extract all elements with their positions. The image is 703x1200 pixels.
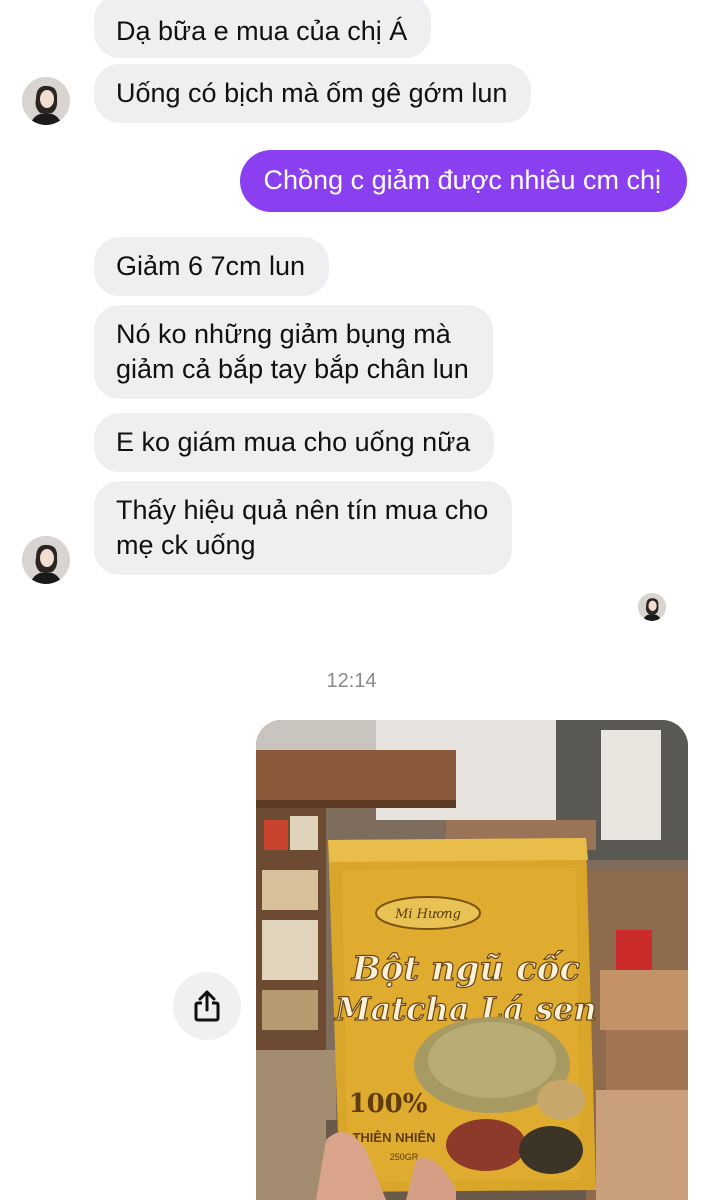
message-text-line: mẹ ck uống <box>116 530 256 560</box>
message-text-line: giảm cả bắp tay bắp chân lun <box>116 354 469 384</box>
product-brand: Mi Hương <box>394 907 461 922</box>
incoming-message[interactable]: Dạ bữa e mua của chị Á <box>94 0 432 58</box>
incoming-message[interactable]: Thấy hiệu quả nên tín mua cho mẹ ck uống <box>94 481 513 575</box>
incoming-message[interactable]: Giảm 6 7cm lun <box>94 237 330 296</box>
contact-avatar-icon[interactable] <box>22 536 70 584</box>
incoming-message[interactable]: Nó ko những giảm bụng mà giảm cả bắp tay… <box>94 305 493 399</box>
message-timestamp: 12:14 <box>326 670 377 692</box>
product-weight: 250GR <box>390 1152 419 1162</box>
share-button[interactable] <box>173 972 241 1040</box>
message-text: Dạ bữa e mua của chị Á <box>116 16 408 46</box>
message-text-line: Nó ko những giảm bụng mà <box>116 319 451 349</box>
seen-avatar-icon <box>638 593 666 621</box>
contact-avatar-icon[interactable] <box>22 77 70 125</box>
product-title-line-1: Bột ngũ cốc <box>351 949 580 989</box>
message-text: Chồng c giảm được nhiêu cm chị <box>263 165 661 195</box>
incoming-message[interactable]: Uống có bịch mà ốm gê gớm lun <box>94 64 532 123</box>
share-icon <box>194 990 220 1022</box>
product-badge: 100% <box>349 1089 428 1119</box>
product-photo[interactable]: Mi Hương Bột ngũ cốc Matcha Lá sen 100% … <box>256 720 688 1200</box>
message-text: Uống có bịch mà ốm gê gớm lun <box>116 78 508 108</box>
message-text-line: Thấy hiệu quả nên tín mua cho <box>116 495 489 525</box>
message-text: E ko giám mua cho uống nữa <box>116 427 471 457</box>
message-text: Giảm 6 7cm lun <box>116 251 306 281</box>
outgoing-message[interactable]: Chồng c giảm được nhiêu cm chị <box>239 150 687 212</box>
product-badge-sub: THIÊN NHIÊN <box>352 1130 435 1145</box>
incoming-message[interactable]: E ko giám mua cho uống nữa <box>94 413 495 472</box>
